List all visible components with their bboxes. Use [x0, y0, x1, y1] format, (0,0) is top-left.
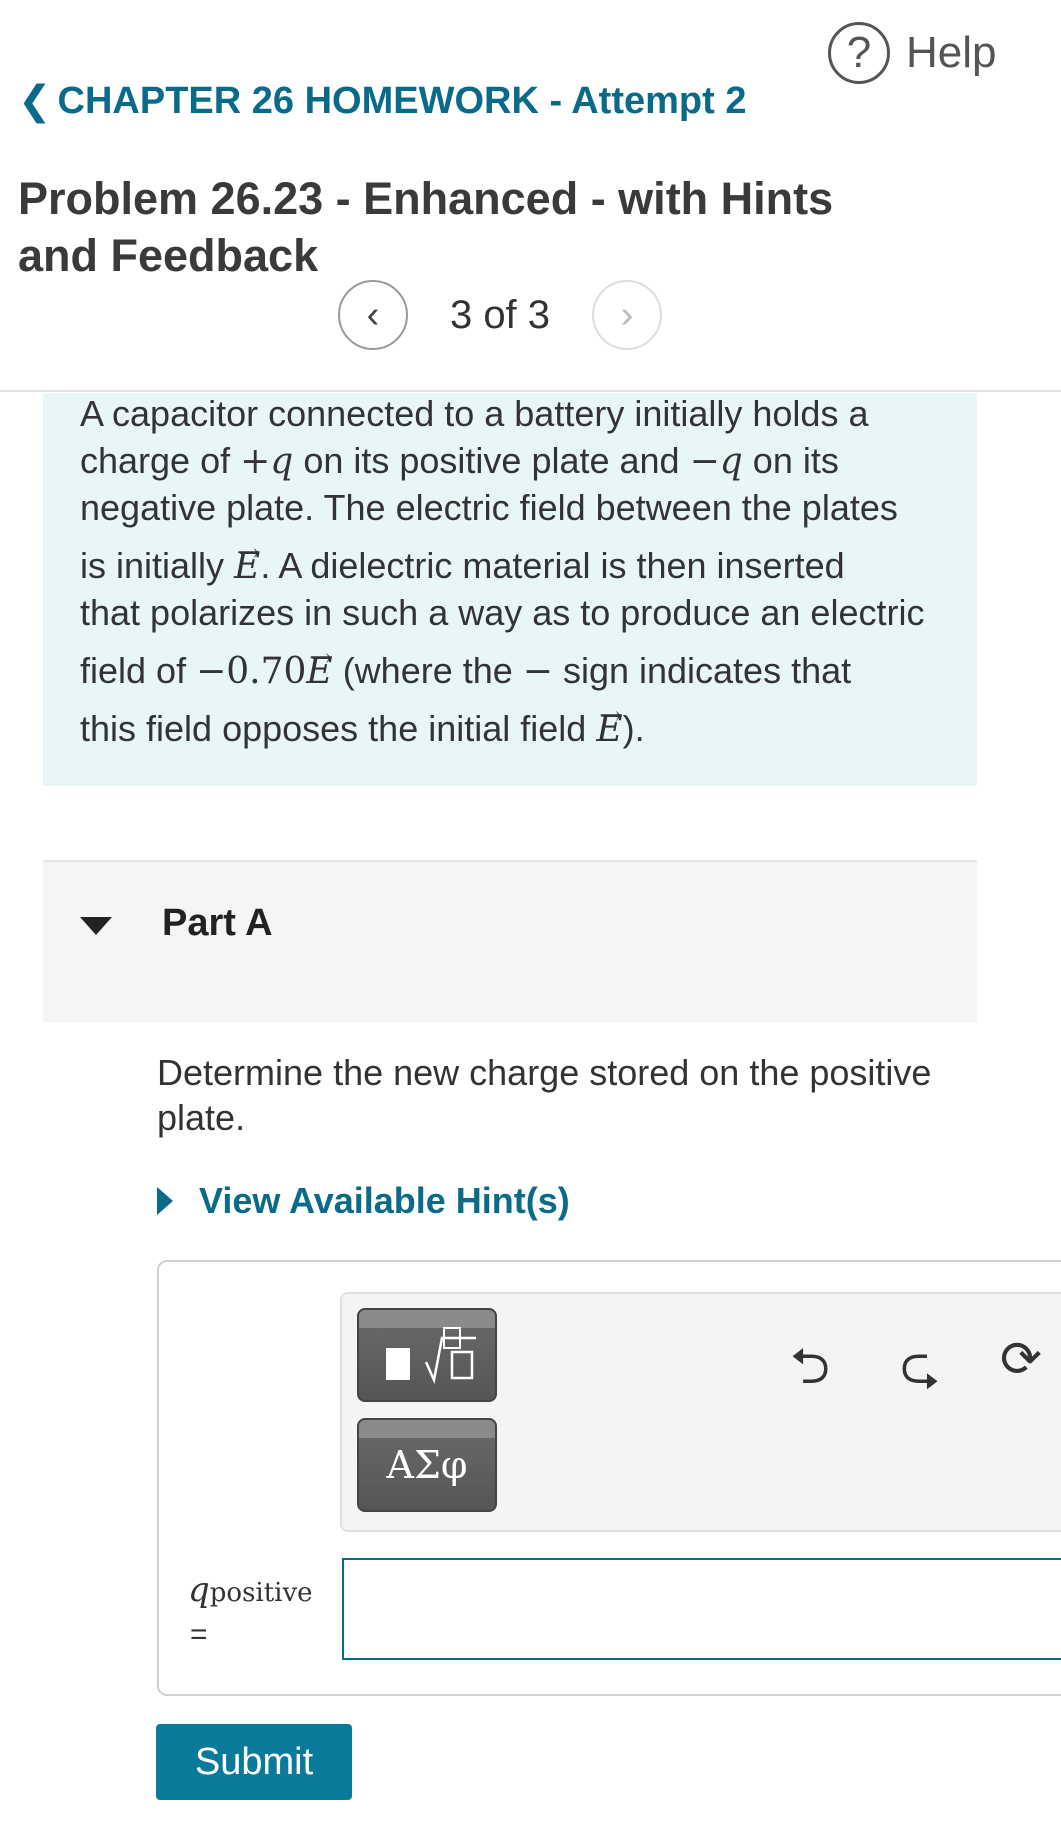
hint-label: View Available Hint(s)	[199, 1180, 570, 1221]
answer-input[interactable]	[342, 1558, 1061, 1660]
template-icon	[386, 1327, 476, 1385]
problem-statement: A capacitor connected to a battery initi…	[80, 390, 960, 752]
problem-pager: ‹ 3 of 3 ›	[338, 280, 662, 350]
reset-button[interactable]: ⟳	[1000, 1330, 1042, 1388]
next-problem-button[interactable]: ›	[592, 280, 662, 350]
question-text: Determine the new charge stored on the p…	[157, 1052, 932, 1138]
greek-symbols-button[interactable]: ΑΣφ	[357, 1418, 497, 1512]
caret-right-icon	[157, 1187, 173, 1215]
problem-title: Problem 26.23 - Enhanced - with Hints an…	[18, 173, 834, 281]
equals-sign: =	[190, 1618, 208, 1651]
previous-problem-button[interactable]: ‹	[338, 280, 408, 350]
part-label: Part A	[162, 902, 273, 944]
back-to-assignment-link[interactable]: ❮ CHAPTER 26 HOMEWORK - Attempt 2	[18, 78, 746, 124]
chevron-right-icon: ›	[620, 293, 634, 336]
undo-icon: ⮌	[790, 1338, 831, 1394]
redo-button[interactable]: ⮎	[900, 1330, 940, 1415]
help-link[interactable]: ? Help	[828, 22, 997, 84]
view-hints-link[interactable]: View Available Hint(s)	[157, 1180, 570, 1222]
chevron-left-icon: ❮	[18, 79, 52, 123]
caret-down-icon	[80, 917, 112, 935]
reset-icon: ⟳	[1000, 1331, 1042, 1387]
answer-variable-label: qpositive	[188, 1570, 313, 1610]
help-label: Help	[906, 28, 997, 77]
help-icon: ?	[828, 22, 890, 84]
undo-button[interactable]: ⮌	[790, 1330, 830, 1415]
chevron-left-icon: ‹	[366, 293, 380, 336]
templates-button[interactable]	[357, 1308, 497, 1402]
redo-icon: ⮎	[900, 1338, 941, 1394]
submit-button[interactable]: Submit	[156, 1724, 352, 1800]
pager-count: 3 of 3	[449, 292, 551, 337]
back-label: CHAPTER 26 HOMEWORK - Attempt 2	[57, 79, 747, 122]
